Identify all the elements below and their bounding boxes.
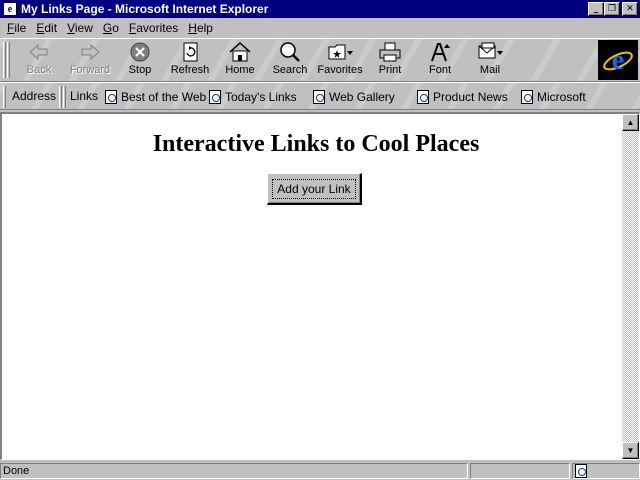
web-page-icon [417, 90, 429, 104]
linkbar-grip[interactable] [63, 86, 66, 108]
links-label[interactable]: Links [70, 89, 98, 103]
web-page-icon [209, 90, 221, 104]
link-todays-links[interactable]: Today's Links [209, 87, 297, 107]
web-page-icon [313, 90, 325, 104]
favorites-button[interactable]: Favorites [315, 41, 365, 81]
back-arrow-icon [29, 43, 48, 61]
web-page-icon [105, 90, 117, 104]
menu-bar: File Edit View Go Favorites Help [0, 18, 640, 38]
link-product-news[interactable]: Product News [417, 87, 508, 107]
mail-icon [478, 42, 503, 59]
maximize-button[interactable]: ❐ [604, 2, 620, 16]
link-best-of-the-web[interactable]: Best of the Web [105, 87, 206, 107]
ie-logo-icon: e [603, 45, 633, 76]
menu-file[interactable]: File [2, 21, 31, 35]
scroll-down-button[interactable]: ▼ [622, 442, 639, 459]
browser-content: Interactive Links to Cool Places Add you… [0, 112, 640, 460]
font-button[interactable]: Font [415, 41, 465, 81]
menu-go[interactable]: Go [98, 21, 124, 35]
svg-text:e: e [612, 45, 624, 76]
link-web-gallery[interactable]: Web Gallery [313, 87, 395, 107]
font-icon [431, 43, 450, 62]
toolbar-grip[interactable] [7, 42, 10, 78]
toolbar-grip[interactable] [3, 42, 6, 78]
print-button[interactable]: Print [365, 41, 415, 81]
search-icon [280, 42, 300, 62]
status-pane-zone [572, 463, 640, 479]
mail-button[interactable]: Mail [465, 41, 515, 81]
window-title: My Links Page - Microsoft Internet Explo… [21, 2, 269, 16]
ie-page-icon[interactable]: e [3, 2, 17, 16]
status-pane-progress [470, 463, 570, 479]
menu-help[interactable]: Help [183, 21, 218, 35]
refresh-button[interactable]: Refresh [165, 41, 215, 81]
web-page: Interactive Links to Cool Places Add you… [2, 114, 620, 459]
menu-favorites[interactable]: Favorites [124, 21, 183, 35]
home-button[interactable]: Home [215, 41, 265, 81]
close-button[interactable]: ✕ [622, 2, 638, 16]
stop-button[interactable]: Stop [115, 41, 165, 81]
printer-icon [379, 42, 401, 62]
add-your-link-button[interactable]: Add your Link [267, 173, 362, 205]
favorites-folder-icon [328, 44, 353, 60]
zone-icon [575, 464, 587, 479]
stop-icon [130, 42, 150, 62]
status-text: Done [0, 463, 468, 479]
web-page-icon [521, 90, 533, 104]
menu-view[interactable]: View [62, 21, 98, 35]
status-bar: Done [0, 461, 640, 480]
refresh-icon [183, 42, 198, 62]
vertical-scrollbar[interactable]: ▲ ▼ [622, 114, 639, 459]
forward-button[interactable]: Forward [65, 41, 115, 81]
ie-logo: e [598, 40, 638, 80]
link-microsoft[interactable]: Microsoft [521, 87, 586, 107]
minimize-button[interactable]: _ [588, 2, 604, 16]
links-bar: Address Links Best of the Web Today's Li… [0, 82, 640, 110]
address-label[interactable]: Address [12, 89, 56, 103]
linkbar-grip[interactable] [3, 86, 6, 108]
home-icon [229, 41, 251, 62]
back-button[interactable]: Back [14, 41, 64, 81]
title-bar: e My Links Page - Microsoft Internet Exp… [0, 0, 640, 18]
menu-edit[interactable]: Edit [31, 21, 62, 35]
scroll-up-button[interactable]: ▲ [622, 114, 639, 131]
forward-arrow-icon [81, 43, 100, 61]
search-button[interactable]: Search [265, 41, 315, 81]
standard-toolbar: Back Forward Stop Refresh Home Search Fa… [0, 38, 640, 82]
linkbar-grip[interactable] [59, 86, 62, 108]
page-heading: Interactive Links to Cool Places [152, 131, 480, 157]
